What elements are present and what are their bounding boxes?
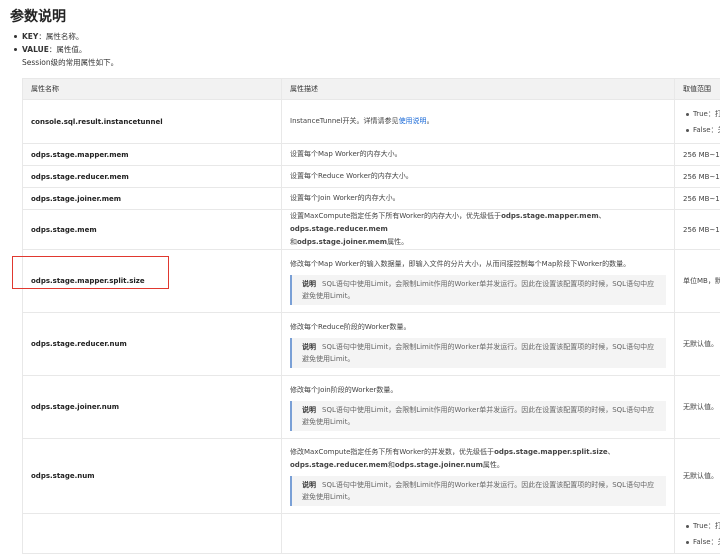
note-label: 说明 [302,280,316,288]
row-name: odps.stage.reducer.num [23,313,282,376]
note-box: 说明SQL语句中使用Limit，会限制Limit作用的Worker单并发运行。因… [290,275,666,305]
desc-text-end: 属性。 [387,238,408,246]
desc-text: 设置MaxCompute指定任务下所有Worker的内存大小，优先级低于 [290,212,501,220]
table-row: odps.stage.mem 设置MaxCompute指定任务下所有Worker… [23,210,720,250]
param-key-item: KEY：属性名称。 [12,30,118,43]
section-heading: 参数说明 [10,6,66,26]
session-text: Session级的常用属性如下。 [22,56,118,69]
desc-text-end: 属性。 [483,461,504,469]
header-name: 属性名称 [23,79,282,100]
value-label: VALUE [22,45,49,54]
note-text: SQL语句中使用Limit，会限制Limit作用的Worker单并发运行。因此在… [302,343,654,363]
table-row: True：打 False：关 [23,514,720,554]
note-label: 说明 [302,406,316,414]
table-row: odps.stage.mapper.mem 设置每个Map Worker的内存大… [23,144,720,166]
desc-sep: 和 [388,461,395,469]
row-name: odps.stage.joiner.mem [23,188,282,210]
row-desc: 修改MaxCompute指定任务下所有Worker的并发数，优先级低于odps.… [282,439,675,514]
table-row: odps.stage.joiner.num 修改每个Join阶段的Worker数… [23,376,720,439]
row-desc: 设置每个Reduce Worker的内存大小。 [282,166,675,188]
desc-sep: 、 [599,212,606,220]
row-desc [282,514,675,554]
desc-sep: 和 [290,238,297,246]
row-name: odps.stage.reducer.mem [23,166,282,188]
row-range: 无默认值。 [675,439,720,514]
desc-ref: odps.stage.joiner.num [395,461,483,469]
row-range: 无默认值。 [675,313,720,376]
table-row: odps.stage.joiner.mem 设置每个Join Worker的内存… [23,188,720,210]
desc-text: 修改MaxCompute指定任务下所有Worker的并发数，优先级低于odps.… [290,446,666,472]
row-range: 无默认值。 [675,376,720,439]
row-range: True：打 False：关 [675,100,720,144]
row-desc: 设置MaxCompute指定任务下所有Worker的内存大小，优先级低于odps… [282,210,675,250]
row-desc: 设置每个Map Worker的内存大小。 [282,144,675,166]
row-desc: InstanceTunnel开关。详情请参见使用说明。 [282,100,675,144]
range-list: True：打 False：关 [683,518,720,550]
range-list: True：打 False：关 [683,106,720,138]
note-label: 说明 [302,343,316,351]
row-name [23,514,282,554]
param-list: KEY：属性名称。 VALUE：属性值。 Session级的常用属性如下。 [12,30,118,69]
param-value-item: VALUE：属性值。 Session级的常用属性如下。 [12,43,118,69]
row-desc: 修改每个Map Worker的输入数据量，即输入文件的分片大小，从而间接控制每个… [282,250,675,313]
table-header-row: 属性名称 属性描述 取值范围 [23,79,720,100]
row-range: 256 MB~1228 [675,144,720,166]
desc-ref: odps.stage.reducer.mem [290,461,388,469]
range-item: True：打 [683,518,720,534]
desc-ref: odps.stage.joiner.mem [297,238,387,246]
attribute-table: 属性名称 属性描述 取值范围 console.sql.result.instan… [22,78,720,554]
desc-text-part: 修改MaxCompute指定任务下所有Worker的并发数，优先级低于 [290,448,494,456]
note-text: SQL语句中使用Limit，会限制Limit作用的Worker单并发运行。因此在… [302,481,654,501]
note-text: SQL语句中使用Limit，会限制Limit作用的Worker单并发运行。因此在… [302,406,654,426]
row-range: 256 MB~1228 [675,188,720,210]
row-name: odps.stage.joiner.num [23,376,282,439]
desc-ref: odps.stage.reducer.mem [290,225,388,233]
table-row: odps.stage.reducer.num 修改每个Reduce阶段的Work… [23,313,720,376]
range-item: False：关 [683,122,720,138]
range-item: True：打 [683,106,720,122]
note-box: 说明SQL语句中使用Limit，会限制Limit作用的Worker单并发运行。因… [290,338,666,368]
note-text: SQL语句中使用Limit，会限制Limit作用的Worker单并发运行。因此在… [302,280,654,300]
row-range: 256 MB~1228 [675,166,720,188]
desc-text: 修改每个Map Worker的输入数据量，即输入文件的分片大小，从而间接控制每个… [290,258,666,271]
table-row: console.sql.result.instancetunnel Instan… [23,100,720,144]
note-box: 说明SQL语句中使用Limit，会限制Limit作用的Worker单并发运行。因… [290,401,666,431]
desc-ref: odps.stage.mapper.mem [501,212,599,220]
row-desc: 设置每个Join Worker的内存大小。 [282,188,675,210]
key-text: ：属性名称。 [38,32,83,41]
desc-text: 修改每个Reduce阶段的Worker数量。 [290,321,666,334]
row-name: console.sql.result.instancetunnel [23,100,282,144]
header-desc: 属性描述 [282,79,675,100]
row-range: 256 MB~1228 [675,210,720,250]
row-name: odps.stage.mem [23,210,282,250]
row-desc: 修改每个Reduce阶段的Worker数量。 说明SQL语句中使用Limit，会… [282,313,675,376]
row-name: odps.stage.mapper.mem [23,144,282,166]
document-page: 参数说明 KEY：属性名称。 VALUE：属性值。 Session级的常用属性如… [0,0,720,542]
desc-text-end: 。 [427,117,434,125]
key-label: KEY [22,32,38,41]
row-range: 单位MB，默认 [675,250,720,313]
desc-text: 修改每个Join阶段的Worker数量。 [290,384,666,397]
desc-ref: odps.stage.mapper.split.size [494,448,608,456]
table-row: odps.stage.num 修改MaxCompute指定任务下所有Worker… [23,439,720,514]
row-name: odps.stage.num [23,439,282,514]
desc-sep: 、 [608,448,615,456]
table-row: odps.stage.reducer.mem 设置每个Reduce Worker… [23,166,720,188]
note-box: 说明SQL语句中使用Limit，会限制Limit作用的Worker单并发运行。因… [290,476,666,506]
row-desc: 修改每个Join阶段的Worker数量。 说明SQL语句中使用Limit，会限制… [282,376,675,439]
usage-link[interactable]: 使用说明 [399,117,427,125]
note-label: 说明 [302,481,316,489]
header-range: 取值范围 [675,79,720,100]
desc-text: InstanceTunnel开关。详情请参见 [290,117,399,125]
value-text: ：属性值。 [49,45,87,54]
highlight-box [12,256,169,289]
row-range: True：打 False：关 [675,514,720,554]
